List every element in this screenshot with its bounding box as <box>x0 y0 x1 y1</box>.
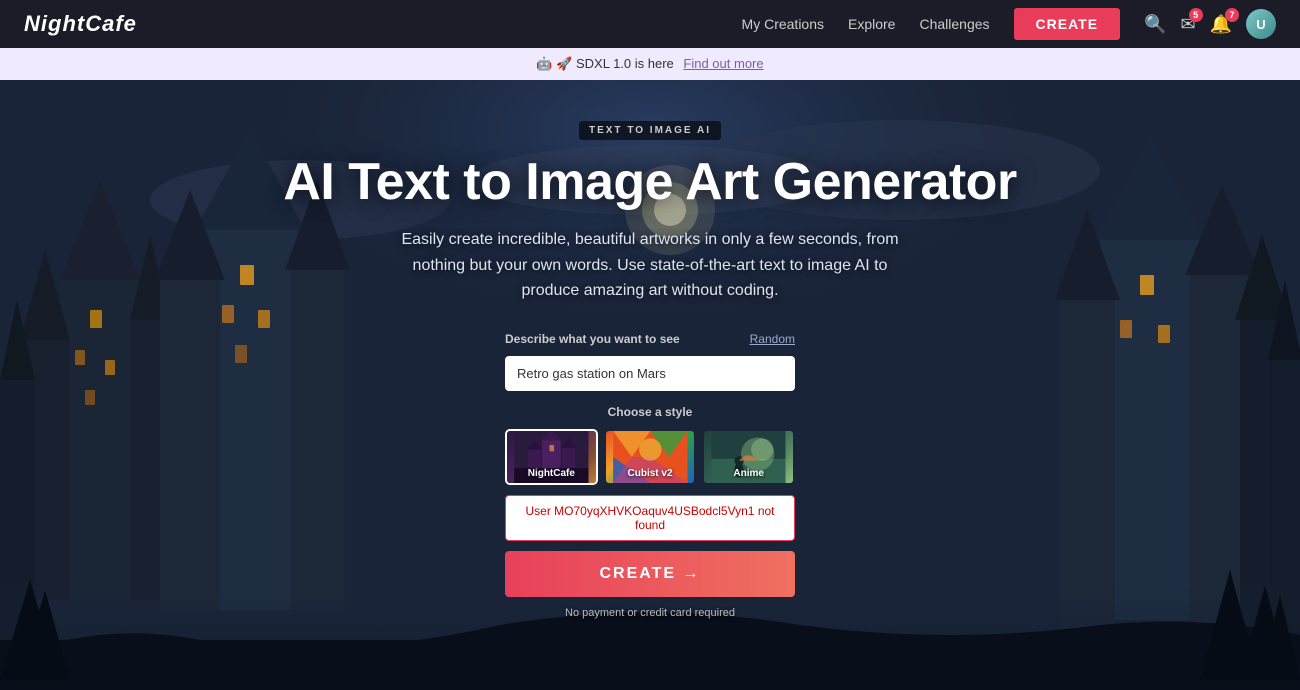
no-payment-text: No payment or credit card required <box>505 607 795 619</box>
challenges-link[interactable]: Challenges <box>919 16 989 32</box>
style-nightcafe[interactable]: NightCafe <box>505 429 598 485</box>
messages-icon[interactable]: ✉ 5 <box>1180 14 1195 35</box>
style-label: Choose a style <box>505 405 795 419</box>
navbar-right: My Creations Explore Challenges CREATE 🔍… <box>742 8 1276 40</box>
style-cubist-label: Cubist v2 <box>606 468 695 479</box>
avatar[interactable]: U <box>1246 9 1276 39</box>
nav-icons: 🔍 ✉ 5 🔔 7 U <box>1144 9 1276 39</box>
random-link[interactable]: Random <box>750 332 795 346</box>
hero-badge: TEXT TO IMAGE AI <box>579 121 721 140</box>
search-icon[interactable]: 🔍 <box>1144 14 1166 35</box>
announcement-text: 🤖 🚀 SDXL 1.0 is here <box>536 56 673 71</box>
style-options: NightCafe Cubist v2 <box>505 429 795 485</box>
hero-subtitle: Easily create incredible, beautiful artw… <box>390 227 910 304</box>
style-anime[interactable]: Anime <box>702 429 795 485</box>
hero-content: TEXT TO IMAGE AI AI Text to Image Art Ge… <box>283 121 1016 619</box>
style-nightcafe-label: NightCafe <box>507 468 596 479</box>
notifications-badge: 7 <box>1225 8 1239 22</box>
prompt-input[interactable] <box>505 356 795 391</box>
style-cubist[interactable]: Cubist v2 <box>604 429 697 485</box>
style-anime-label: Anime <box>704 468 793 479</box>
error-message: User MO70yqXHVKOaquv4USBodcl5Vyn1 not fo… <box>505 495 795 541</box>
navbar: NightCafe My Creations Explore Challenge… <box>0 0 1300 48</box>
my-creations-link[interactable]: My Creations <box>742 16 824 32</box>
create-nav-button[interactable]: CREATE <box>1014 8 1121 40</box>
announcement-bar: 🤖 🚀 SDXL 1.0 is here Find out more <box>0 48 1300 80</box>
logo[interactable]: NightCafe <box>24 11 137 37</box>
explore-link[interactable]: Explore <box>848 16 895 32</box>
creation-form: Describe what you want to see Random Cho… <box>505 332 795 619</box>
create-main-button[interactable]: CREATE → <box>505 551 795 597</box>
messages-badge: 5 <box>1189 8 1203 22</box>
find-out-link[interactable]: Find out more <box>683 56 763 71</box>
hero-title: AI Text to Image Art Generator <box>283 154 1016 211</box>
notifications-icon[interactable]: 🔔 7 <box>1210 14 1232 35</box>
describe-label: Describe what you want to see <box>505 332 680 346</box>
hero-section: TEXT TO IMAGE AI AI Text to Image Art Ge… <box>0 80 1300 690</box>
describe-label-row: Describe what you want to see Random <box>505 332 795 346</box>
